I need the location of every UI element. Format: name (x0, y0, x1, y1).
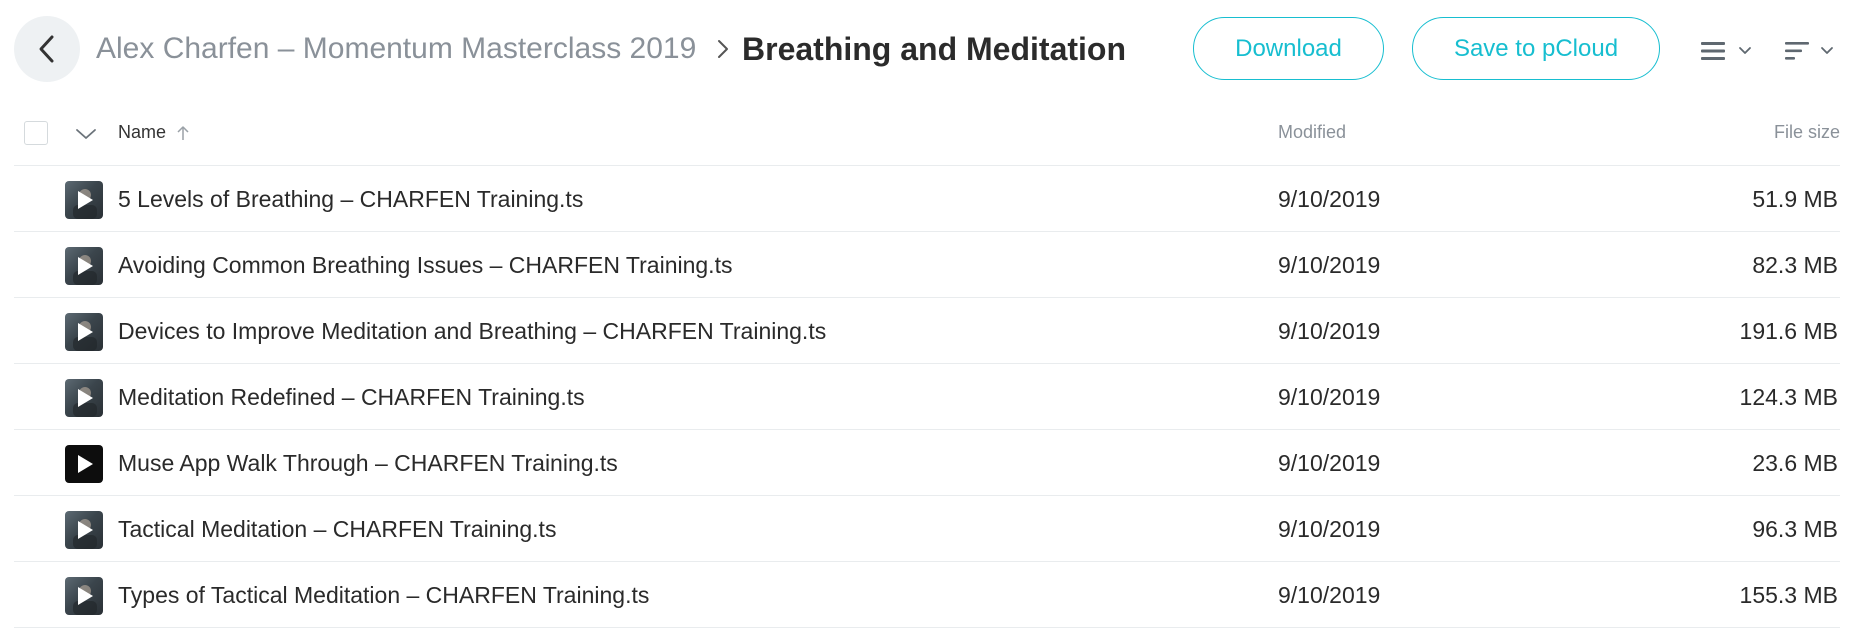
file-name[interactable]: 5 Levels of Breathing – CHARFEN Training… (118, 185, 583, 213)
chevron-down-icon (1821, 47, 1833, 54)
file-modified-date: 9/10/2019 (1278, 186, 1381, 212)
sort-options-toggle[interactable] (1784, 36, 1844, 66)
arrow-up-icon (176, 125, 190, 141)
file-name[interactable]: Types of Tactical Meditation – CHARFEN T… (118, 581, 649, 609)
chevron-down-icon (1739, 47, 1751, 54)
file-name[interactable]: Avoiding Common Breathing Issues – CHARF… (118, 251, 732, 279)
video-play-icon (73, 519, 97, 549)
view-mode-toggle[interactable] (1700, 36, 1760, 66)
video-play-icon (73, 255, 97, 285)
file-name[interactable]: Meditation Redefined – CHARFEN Training.… (118, 383, 585, 411)
video-thumbnail (65, 577, 103, 615)
chevron-right-icon (714, 36, 732, 62)
video-thumbnail (65, 379, 103, 417)
table-header: Name Modified File size (14, 108, 1840, 166)
select-all-checkbox[interactable] (24, 121, 48, 145)
table-row[interactable]: 5 Levels of Breathing – CHARFEN Training… (14, 166, 1840, 232)
file-size: 23.6 MB (1752, 450, 1838, 476)
file-modified-date: 9/10/2019 (1278, 450, 1381, 476)
video-play-icon (78, 455, 93, 473)
video-play-icon (73, 321, 97, 351)
video-play-icon (73, 387, 97, 417)
file-size: 96.3 MB (1752, 516, 1838, 542)
file-browser-page: Alex Charfen – Momentum Masterclass 2019… (0, 0, 1860, 630)
chevron-left-icon (39, 35, 54, 63)
column-header-file-size[interactable]: File size (1774, 122, 1840, 143)
list-view-icon (1701, 42, 1725, 60)
save-to-pcloud-button[interactable]: Save to pCloud (1412, 17, 1660, 80)
video-thumbnail (65, 181, 103, 219)
video-thumbnail (65, 445, 103, 483)
file-size: 51.9 MB (1752, 186, 1838, 212)
file-modified-date: 9/10/2019 (1278, 582, 1381, 608)
table-row[interactable]: Muse App Walk Through – CHARFEN Training… (14, 430, 1840, 496)
column-header-name-label: Name (118, 122, 167, 142)
video-thumbnail (65, 247, 103, 285)
table-row[interactable]: Meditation Redefined – CHARFEN Training.… (14, 364, 1840, 430)
file-size: 155.3 MB (1739, 582, 1838, 608)
file-name[interactable]: Muse App Walk Through – CHARFEN Training… (118, 449, 618, 477)
file-modified-date: 9/10/2019 (1278, 318, 1381, 344)
back-button[interactable] (14, 16, 80, 82)
file-modified-date: 9/10/2019 (1278, 516, 1381, 542)
header-bar: Alex Charfen – Momentum Masterclass 2019… (0, 0, 1860, 100)
table-row[interactable]: Types of Tactical Meditation – CHARFEN T… (14, 562, 1840, 628)
video-thumbnail (65, 511, 103, 549)
breadcrumb-parent-folder[interactable]: Alex Charfen – Momentum Masterclass 2019 (96, 30, 696, 68)
table-row[interactable]: Devices to Improve Meditation and Breath… (14, 298, 1840, 364)
file-size: 191.6 MB (1739, 318, 1838, 344)
table-row[interactable]: Avoiding Common Breathing Issues – CHARF… (14, 232, 1840, 298)
video-play-icon (73, 189, 97, 219)
table-row[interactable]: Tactical Meditation – CHARFEN Training.t… (14, 496, 1840, 562)
file-name[interactable]: Tactical Meditation – CHARFEN Training.t… (118, 515, 556, 543)
video-thumbnail (65, 313, 103, 351)
column-header-name[interactable]: Name (118, 122, 190, 143)
sort-lines-icon (1785, 42, 1809, 60)
file-list: 5 Levels of Breathing – CHARFEN Training… (14, 166, 1840, 628)
selection-menu-toggle[interactable] (72, 124, 100, 144)
column-header-modified[interactable]: Modified (1278, 122, 1346, 143)
video-play-icon (73, 585, 97, 615)
file-modified-date: 9/10/2019 (1278, 384, 1381, 410)
file-modified-date: 9/10/2019 (1278, 252, 1381, 278)
download-button[interactable]: Download (1193, 17, 1384, 80)
file-name[interactable]: Devices to Improve Meditation and Breath… (118, 317, 826, 345)
file-size: 82.3 MB (1752, 252, 1838, 278)
file-size: 124.3 MB (1739, 384, 1838, 410)
chevron-down-icon (76, 129, 96, 139)
page-title: Breathing and Meditation (742, 31, 1126, 67)
